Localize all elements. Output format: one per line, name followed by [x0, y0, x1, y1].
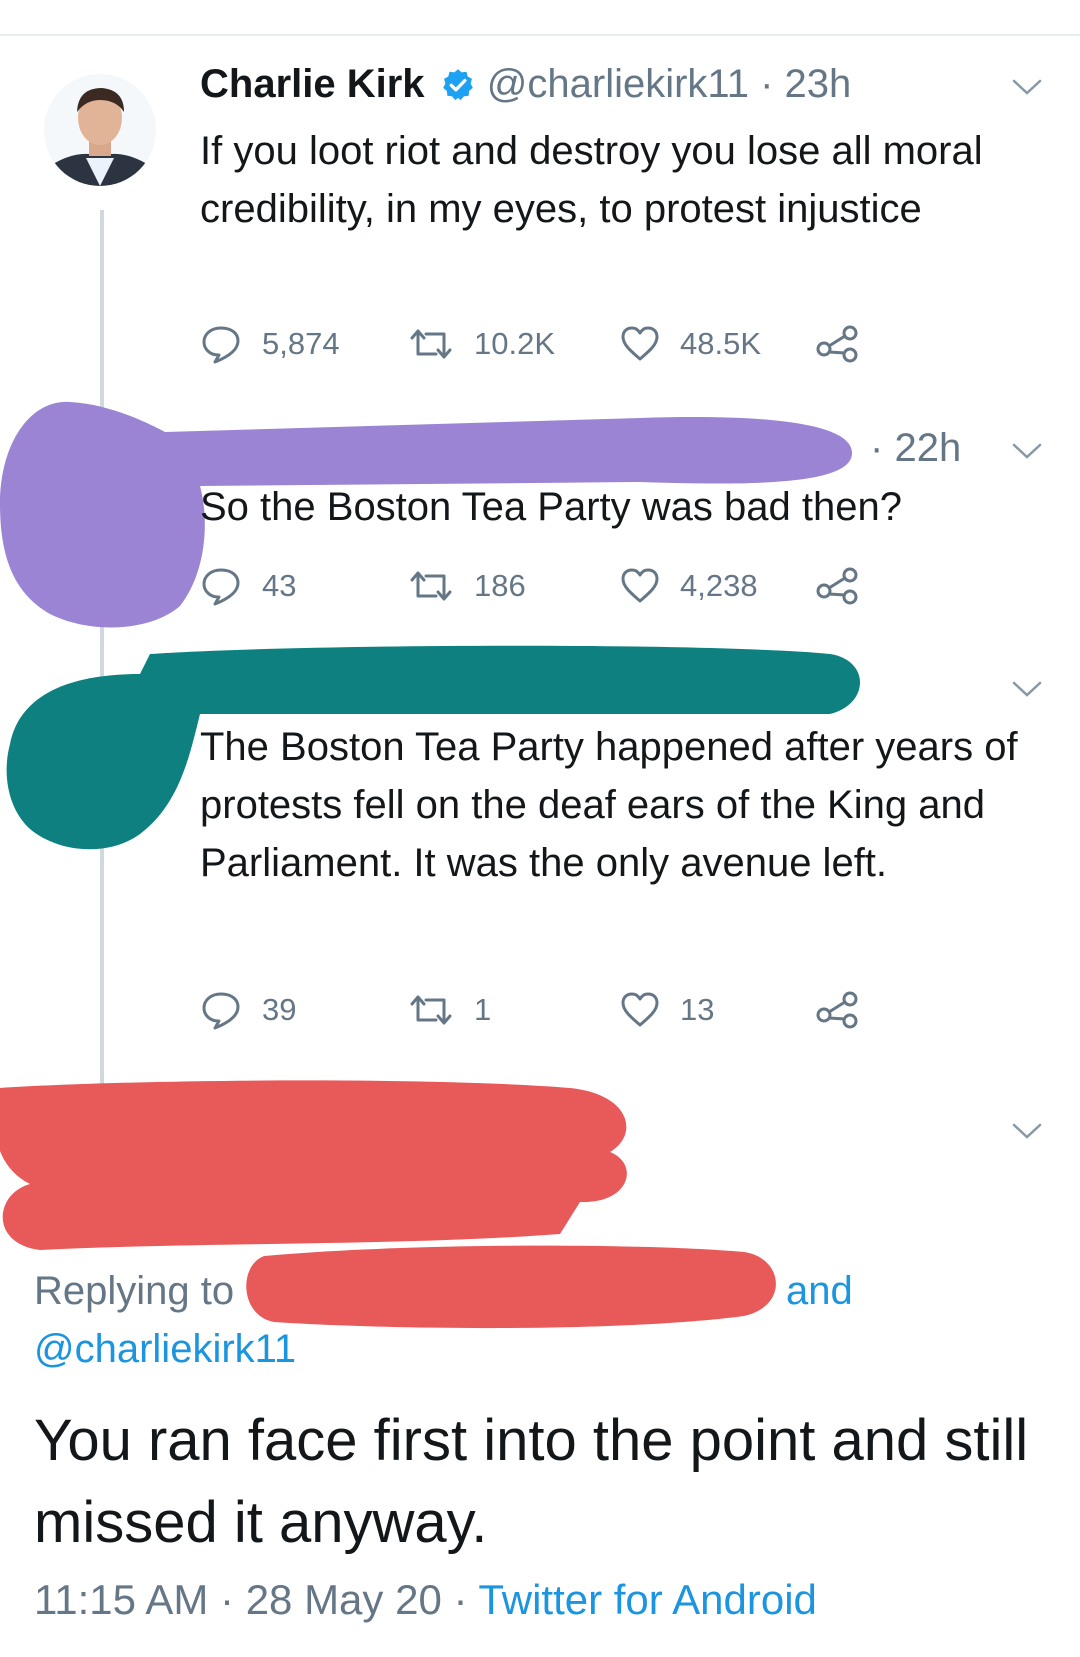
reply-icon [202, 992, 240, 1030]
tweet-2-header: · 22h [870, 424, 961, 472]
tweet-date[interactable]: 28 May 20 [246, 1576, 442, 1623]
retweet-icon [410, 995, 452, 1025]
like-icon [621, 568, 659, 603]
redaction-red-mention [246, 1245, 776, 1329]
tweet-source-link[interactable]: Twitter for Android [478, 1576, 816, 1623]
meta-separator: · [220, 1576, 235, 1623]
tweet-3-actions: 39 1 13 [200, 988, 920, 1032]
author-name[interactable]: Charlie Kirk [200, 62, 425, 106]
tweet-1-actions: 5,874 10.2K 48.5K [200, 322, 920, 366]
share-icon [816, 991, 858, 1029]
like-count: 4,238 [680, 568, 758, 603]
tweet-1-body: Charlie Kirk @charliekirk11 · 23h If you… [200, 60, 1040, 238]
tweet-1-text: If you loot riot and destroy you lose al… [200, 129, 983, 231]
replying-to-label: Replying to [34, 1269, 235, 1313]
reply-button[interactable]: 39 [200, 988, 296, 1032]
verified-badge-icon [440, 66, 476, 114]
tweet-3-text: The Boston Tea Party happened after year… [200, 725, 1018, 885]
tweet-1-header: Charlie Kirk @charliekirk11 · 23h [200, 60, 1040, 114]
retweet-count: 1 [474, 992, 492, 1027]
chevron-down-icon[interactable] [1010, 76, 1044, 98]
retweet-button[interactable]: 186 [408, 564, 526, 608]
tweet-time[interactable]: 23h [785, 62, 852, 106]
tweet-timestamp[interactable]: 11:15 AM [34, 1576, 208, 1623]
tweet-3-body: The Boston Tea Party happened after year… [200, 718, 1040, 892]
like-icon [621, 992, 659, 1027]
time-separator: · [870, 426, 884, 470]
reply-count: 5,874 [262, 326, 340, 361]
share-icon [816, 567, 858, 605]
reply-button[interactable]: 43 [200, 564, 296, 608]
reply-icon [202, 568, 240, 606]
tweet-metadata: 11:15 AM · 28 May 20 · Twitter for Andro… [34, 1572, 817, 1628]
chevron-down-icon[interactable] [1010, 678, 1044, 700]
meta-separator: · [453, 1576, 468, 1623]
reply-button[interactable]: 5,874 [200, 322, 340, 366]
tweet-2-text: So the Boston Tea Party was bad then? [200, 485, 902, 529]
like-icon [621, 326, 659, 361]
author-handle[interactable]: @charliekirk11 [487, 62, 749, 106]
chevron-down-icon[interactable] [1010, 1120, 1044, 1142]
top-divider [0, 34, 1080, 36]
avatar-image [44, 74, 156, 186]
focused-tweet-text: You ran face first into the point and st… [34, 1408, 1029, 1555]
reply-count: 43 [262, 568, 297, 603]
share-icon [816, 325, 858, 363]
tweet-2-actions: 43 186 4,238 [200, 564, 920, 608]
replying-and-label: and [786, 1269, 853, 1313]
retweet-icon [410, 571, 452, 601]
like-button[interactable]: 4,238 [620, 564, 758, 608]
tweet-time[interactable]: 22h [894, 426, 961, 470]
like-button[interactable]: 13 [620, 988, 714, 1032]
like-button[interactable]: 48.5K [620, 322, 761, 366]
avatar[interactable] [44, 74, 156, 186]
tweet-2-body: So the Boston Tea Party was bad then? [200, 478, 1040, 536]
time-separator: · [760, 62, 774, 106]
share-button[interactable] [816, 988, 860, 1032]
retweet-button[interactable]: 10.2K [408, 322, 555, 366]
chevron-down-icon[interactable] [1010, 440, 1044, 462]
retweet-button[interactable]: 1 [408, 988, 491, 1032]
retweet-count: 186 [474, 568, 526, 603]
retweet-icon [410, 329, 452, 359]
redaction-red-author [0, 1080, 627, 1250]
reply-icon [202, 326, 240, 364]
share-button[interactable] [816, 322, 860, 366]
like-count: 13 [680, 992, 715, 1027]
replying-handle-link[interactable]: @charliekirk11 [34, 1320, 296, 1378]
share-button[interactable] [816, 564, 860, 608]
reply-count: 39 [262, 992, 297, 1027]
like-count: 48.5K [680, 326, 762, 361]
retweet-count: 10.2K [474, 326, 556, 361]
